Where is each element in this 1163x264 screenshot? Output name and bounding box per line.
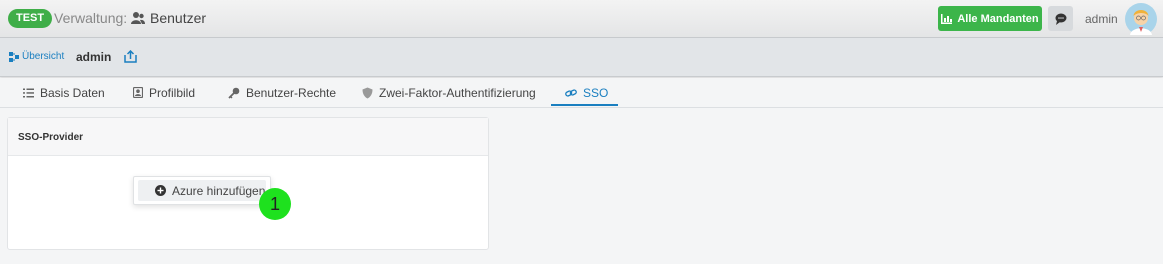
portrait-icon	[133, 87, 143, 98]
active-tab-indicator	[551, 104, 618, 106]
record-title: admin	[76, 50, 112, 64]
tab-basis-daten[interactable]: Basis Daten	[23, 78, 105, 107]
overview-label: Übersicht	[22, 51, 65, 62]
panel-header: SSO-Provider	[8, 118, 488, 156]
users-icon	[131, 12, 145, 24]
tab-zwei-faktor[interactable]: Zwei-Faktor-Authentifizierung	[362, 78, 536, 107]
avatar[interactable]	[1125, 3, 1157, 35]
tab-benutzer-rechte[interactable]: Benutzer-Rechte	[228, 78, 336, 107]
user-name[interactable]: admin	[1085, 12, 1118, 26]
tab-label: Profilbild	[149, 85, 196, 100]
overview-link[interactable]: Übersicht	[9, 51, 64, 62]
key-icon	[228, 87, 240, 99]
add-azure-menu-item[interactable]: Azure hinzufügen	[138, 180, 266, 201]
all-tenants-label: Alle Mandanten	[957, 12, 1039, 25]
plus-circle-icon	[155, 185, 166, 196]
page-title: Benutzer	[150, 10, 207, 26]
step-marker: 1	[259, 188, 291, 220]
record-toolbar: Übersicht admin	[0, 38, 1163, 77]
context-menu: Azure hinzufügen	[133, 176, 271, 205]
list-icon	[23, 88, 34, 97]
top-bar: TEST Verwaltung: Benutzer Alle Mandanten…	[0, 0, 1163, 38]
env-badge: TEST	[8, 9, 53, 28]
link-icon	[565, 88, 577, 97]
shield-icon	[362, 87, 373, 98]
tab-label: Basis Daten	[40, 85, 105, 100]
tab-label: Zwei-Faktor-Authentifizierung	[379, 85, 536, 100]
tab-sso[interactable]: SSO	[565, 78, 608, 107]
menu-item-label: Azure hinzufügen	[172, 183, 266, 198]
sitemap-icon	[9, 51, 19, 62]
chat-icon	[1055, 13, 1066, 25]
chat-button[interactable]	[1048, 6, 1073, 31]
bar-chart-icon	[941, 13, 953, 24]
tab-label: Benutzer-Rechte	[246, 85, 337, 100]
panel-title: SSO-Provider	[18, 132, 84, 143]
tab-label: SSO	[583, 85, 609, 100]
tab-profilbild[interactable]: Profilbild	[133, 78, 195, 107]
breadcrumb-section: Verwaltung:	[54, 10, 128, 26]
export-icon[interactable]	[124, 50, 137, 63]
all-tenants-button[interactable]: Alle Mandanten	[938, 6, 1042, 31]
